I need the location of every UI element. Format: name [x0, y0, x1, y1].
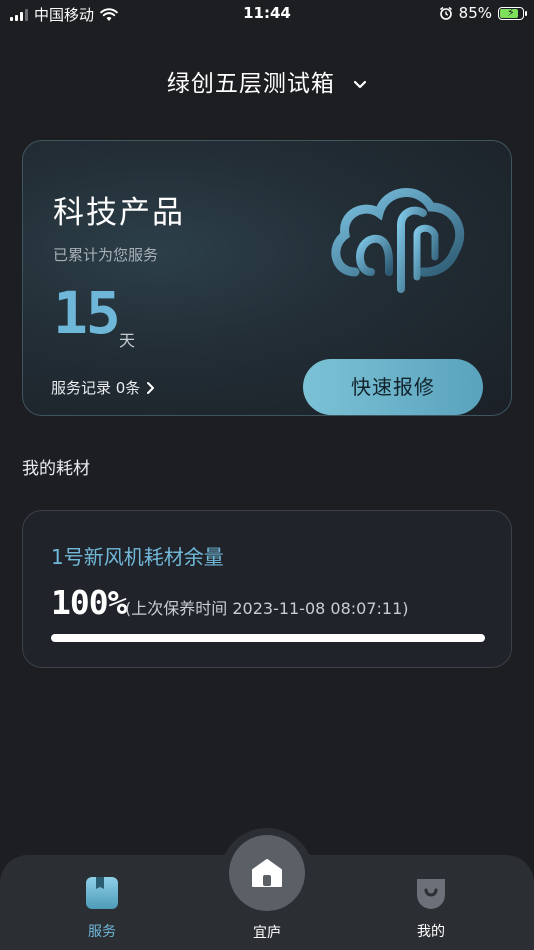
chevron-right-icon: [147, 381, 155, 394]
consumables-section-title: 我的耗材: [22, 459, 90, 479]
brand-logo-icon: [331, 188, 465, 293]
served-days-unit: 天: [119, 331, 136, 350]
battery-icon: ⚡: [498, 5, 527, 20]
consumable-progress-bar: [51, 634, 485, 642]
product-name: 科技产品: [53, 195, 185, 231]
tab-service[interactable]: 服务: [42, 855, 162, 950]
profile-icon: [417, 879, 445, 909]
device-selector[interactable]: 绿创五层测试箱: [0, 64, 534, 98]
device-title: 绿创五层测试箱: [166, 71, 335, 97]
tab-home-label: 宜庐: [253, 925, 281, 941]
tab-service-label: 服务: [88, 924, 116, 940]
alarm-clock-icon: [439, 6, 452, 20]
served-days-count: 15: [53, 279, 121, 347]
quick-repair-button[interactable]: 快速报修: [303, 359, 483, 415]
charging-bolt-icon: ⚡: [507, 5, 515, 19]
consumable-card[interactable]: 1号新风机耗材余量 100% (上次保养时间 2023-11-08 08:07:…: [22, 510, 512, 668]
home-icon: [252, 859, 282, 887]
home-button[interactable]: [229, 835, 305, 911]
service-records-label: 服务记录 0条: [51, 379, 141, 397]
tab-mine-label: 我的: [417, 924, 445, 940]
service-box-icon: [86, 877, 118, 909]
status-right: 85% ⚡: [439, 4, 527, 22]
served-label: 已累计为您服务: [53, 246, 159, 264]
app-screen: 中国移动 11:44 85% ⚡ 绿创五层测试箱 科技产品 已累计为您服务 15…: [0, 0, 534, 950]
consumable-title: 1号新风机耗材余量: [51, 545, 224, 569]
product-card: 科技产品 已累计为您服务 15 天 服务记录 0条 快速报修: [22, 140, 512, 416]
status-bar: 中国移动 11:44 85% ⚡: [0, 0, 534, 30]
consumable-percent: 100%: [51, 583, 127, 622]
battery-percent: 85%: [458, 4, 492, 22]
chevron-down-icon: [354, 80, 367, 88]
tab-mine[interactable]: 我的: [371, 855, 491, 950]
consumable-progress-fill: [51, 634, 485, 642]
last-maintenance-time: (上次保养时间 2023-11-08 08:07:11): [125, 599, 409, 618]
service-records-link[interactable]: 服务记录 0条: [51, 377, 155, 398]
